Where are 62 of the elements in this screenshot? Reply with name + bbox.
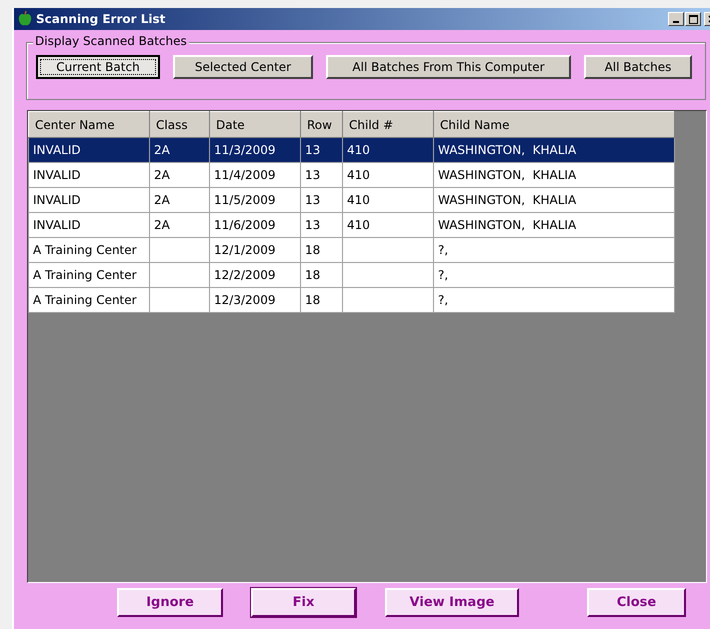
table-cell[interactable]: INVALID [28, 212, 150, 238]
table-cell[interactable]: ?, [434, 262, 674, 288]
table-cell[interactable] [150, 238, 210, 262]
minimize-button[interactable] [668, 12, 684, 26]
window-title: Scanning Error List [36, 12, 166, 26]
table-cell[interactable]: WASHINGTON, KHALIA [434, 188, 674, 212]
column-header[interactable]: Child Name [434, 112, 674, 138]
table-cell[interactable] [342, 288, 434, 312]
batch-filter-button[interactable]: All Batches [584, 55, 692, 79]
table-cell[interactable]: 2A [150, 212, 210, 238]
batch-filter-button[interactable]: All Batches From This Computer [326, 55, 571, 79]
table-cell[interactable]: 13 [300, 212, 342, 238]
table-cell[interactable]: WASHINGTON, KHALIA [434, 138, 674, 162]
table-cell[interactable]: 18 [300, 262, 342, 288]
table-cell[interactable]: 2A [150, 162, 210, 188]
table-cell[interactable] [342, 238, 434, 262]
apple-icon [18, 11, 32, 27]
table-cell[interactable]: A Training Center [28, 288, 150, 312]
table-cell[interactable]: 13 [300, 188, 342, 212]
table-cell[interactable]: 11/4/2009 [210, 162, 300, 188]
maximize-icon [688, 14, 698, 24]
table-cell[interactable]: INVALID [28, 138, 150, 162]
table-cell[interactable]: 12/3/2009 [210, 288, 300, 312]
table-cell[interactable] [150, 288, 210, 312]
column-header[interactable]: Class [150, 112, 210, 138]
column-header[interactable]: Date [210, 112, 300, 138]
table-cell[interactable]: 410 [342, 212, 434, 238]
table-cell[interactable]: A Training Center [28, 262, 150, 288]
table-cell[interactable]: 13 [300, 138, 342, 162]
table-cell[interactable]: 2A [150, 138, 210, 162]
table-cell[interactable]: 410 [342, 162, 434, 188]
table-cell[interactable]: 11/5/2009 [210, 188, 300, 212]
table-cell[interactable] [150, 262, 210, 288]
table-cell[interactable]: 12/1/2009 [210, 238, 300, 262]
table-cell[interactable]: 18 [300, 238, 342, 262]
table-cell[interactable]: 410 [342, 188, 434, 212]
action-button[interactable]: View Image [385, 588, 519, 617]
table-cell[interactable]: 2A [150, 188, 210, 212]
column-header[interactable]: Center Name [28, 112, 150, 138]
column-header[interactable]: Row [300, 112, 342, 138]
table-cell[interactable]: 18 [300, 288, 342, 312]
table-cell[interactable]: ?, [434, 238, 674, 262]
table-cell[interactable]: 11/6/2009 [210, 212, 300, 238]
maximize-button[interactable] [685, 12, 701, 26]
action-button[interactable]: Close [587, 588, 686, 617]
table-cell[interactable] [342, 262, 434, 288]
table-cell[interactable]: 11/3/2009 [210, 138, 300, 162]
column-header[interactable]: Child # [342, 112, 434, 138]
action-button[interactable]: Ignore [117, 588, 223, 617]
table-cell[interactable]: 13 [300, 162, 342, 188]
table-cell[interactable]: INVALID [28, 162, 150, 188]
table-cell[interactable]: 12/2/2009 [210, 262, 300, 288]
table-cell[interactable]: INVALID [28, 188, 150, 212]
batch-filter-button[interactable]: Selected Center [173, 55, 313, 79]
table-cell[interactable]: 410 [342, 138, 434, 162]
table-cell[interactable]: ?, [434, 288, 674, 312]
table-cell[interactable]: WASHINGTON, KHALIA [434, 212, 674, 238]
table-cell[interactable]: WASHINGTON, KHALIA [434, 162, 674, 188]
table-cell[interactable]: A Training Center [28, 238, 150, 262]
batch-filter-button[interactable]: Current Batch [36, 55, 160, 79]
group-label: Display Scanned Batches [33, 34, 189, 48]
action-button[interactable]: Fix [251, 588, 356, 617]
